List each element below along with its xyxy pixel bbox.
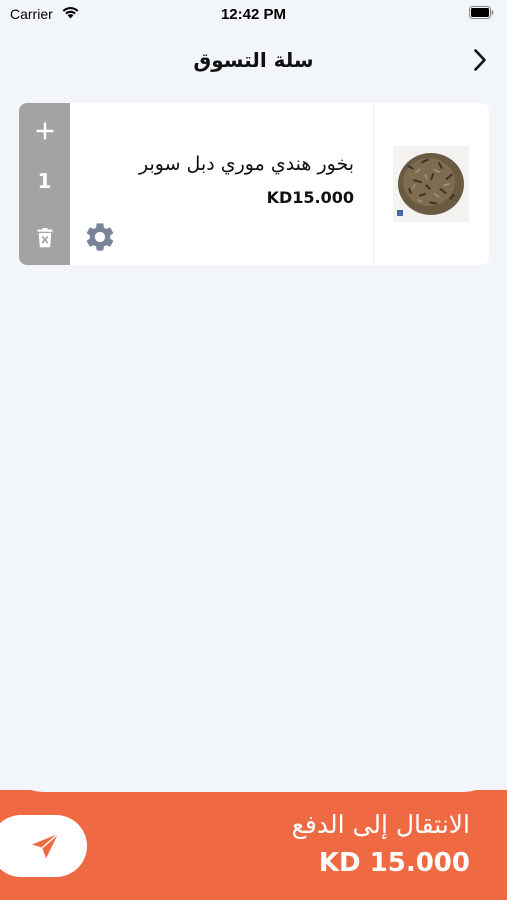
gear-icon: [86, 223, 114, 251]
proceed-to-checkout-button[interactable]: [0, 815, 87, 877]
item-options-button[interactable]: [82, 219, 118, 255]
cart-item-card: 1 بخور هندي موري دبل سوبر KD15.000: [19, 103, 489, 265]
product-name: بخور هندي موري دبل سوبر: [139, 153, 354, 175]
battery-icon: [469, 6, 494, 19]
quantity-value: 1: [37, 169, 52, 193]
product-image: [393, 146, 469, 222]
plus-icon: [35, 122, 54, 140]
page-title: سلة التسوق: [193, 48, 314, 72]
content-sheet-edge: [0, 740, 507, 792]
checkout-total: KD 15.000: [318, 848, 470, 878]
increase-quantity-button[interactable]: [19, 115, 70, 147]
trash-icon: [37, 228, 52, 248]
send-icon: [31, 833, 58, 859]
status-bar: Carrier 12:42 PM: [0, 0, 507, 30]
nav-bar: سلة التسوق: [0, 30, 507, 88]
checkout-label[interactable]: الانتقال إلى الدفع: [170, 810, 470, 839]
back-button[interactable]: [467, 44, 493, 76]
product-price: KD15.000: [266, 188, 354, 207]
delete-item-button[interactable]: [19, 223, 70, 253]
chevron-right-icon: [474, 49, 486, 71]
incense-pile-photo: [393, 146, 469, 222]
status-time: 12:42 PM: [220, 6, 287, 23]
card-divider: [373, 103, 374, 265]
quantity-panel: 1: [19, 103, 70, 265]
